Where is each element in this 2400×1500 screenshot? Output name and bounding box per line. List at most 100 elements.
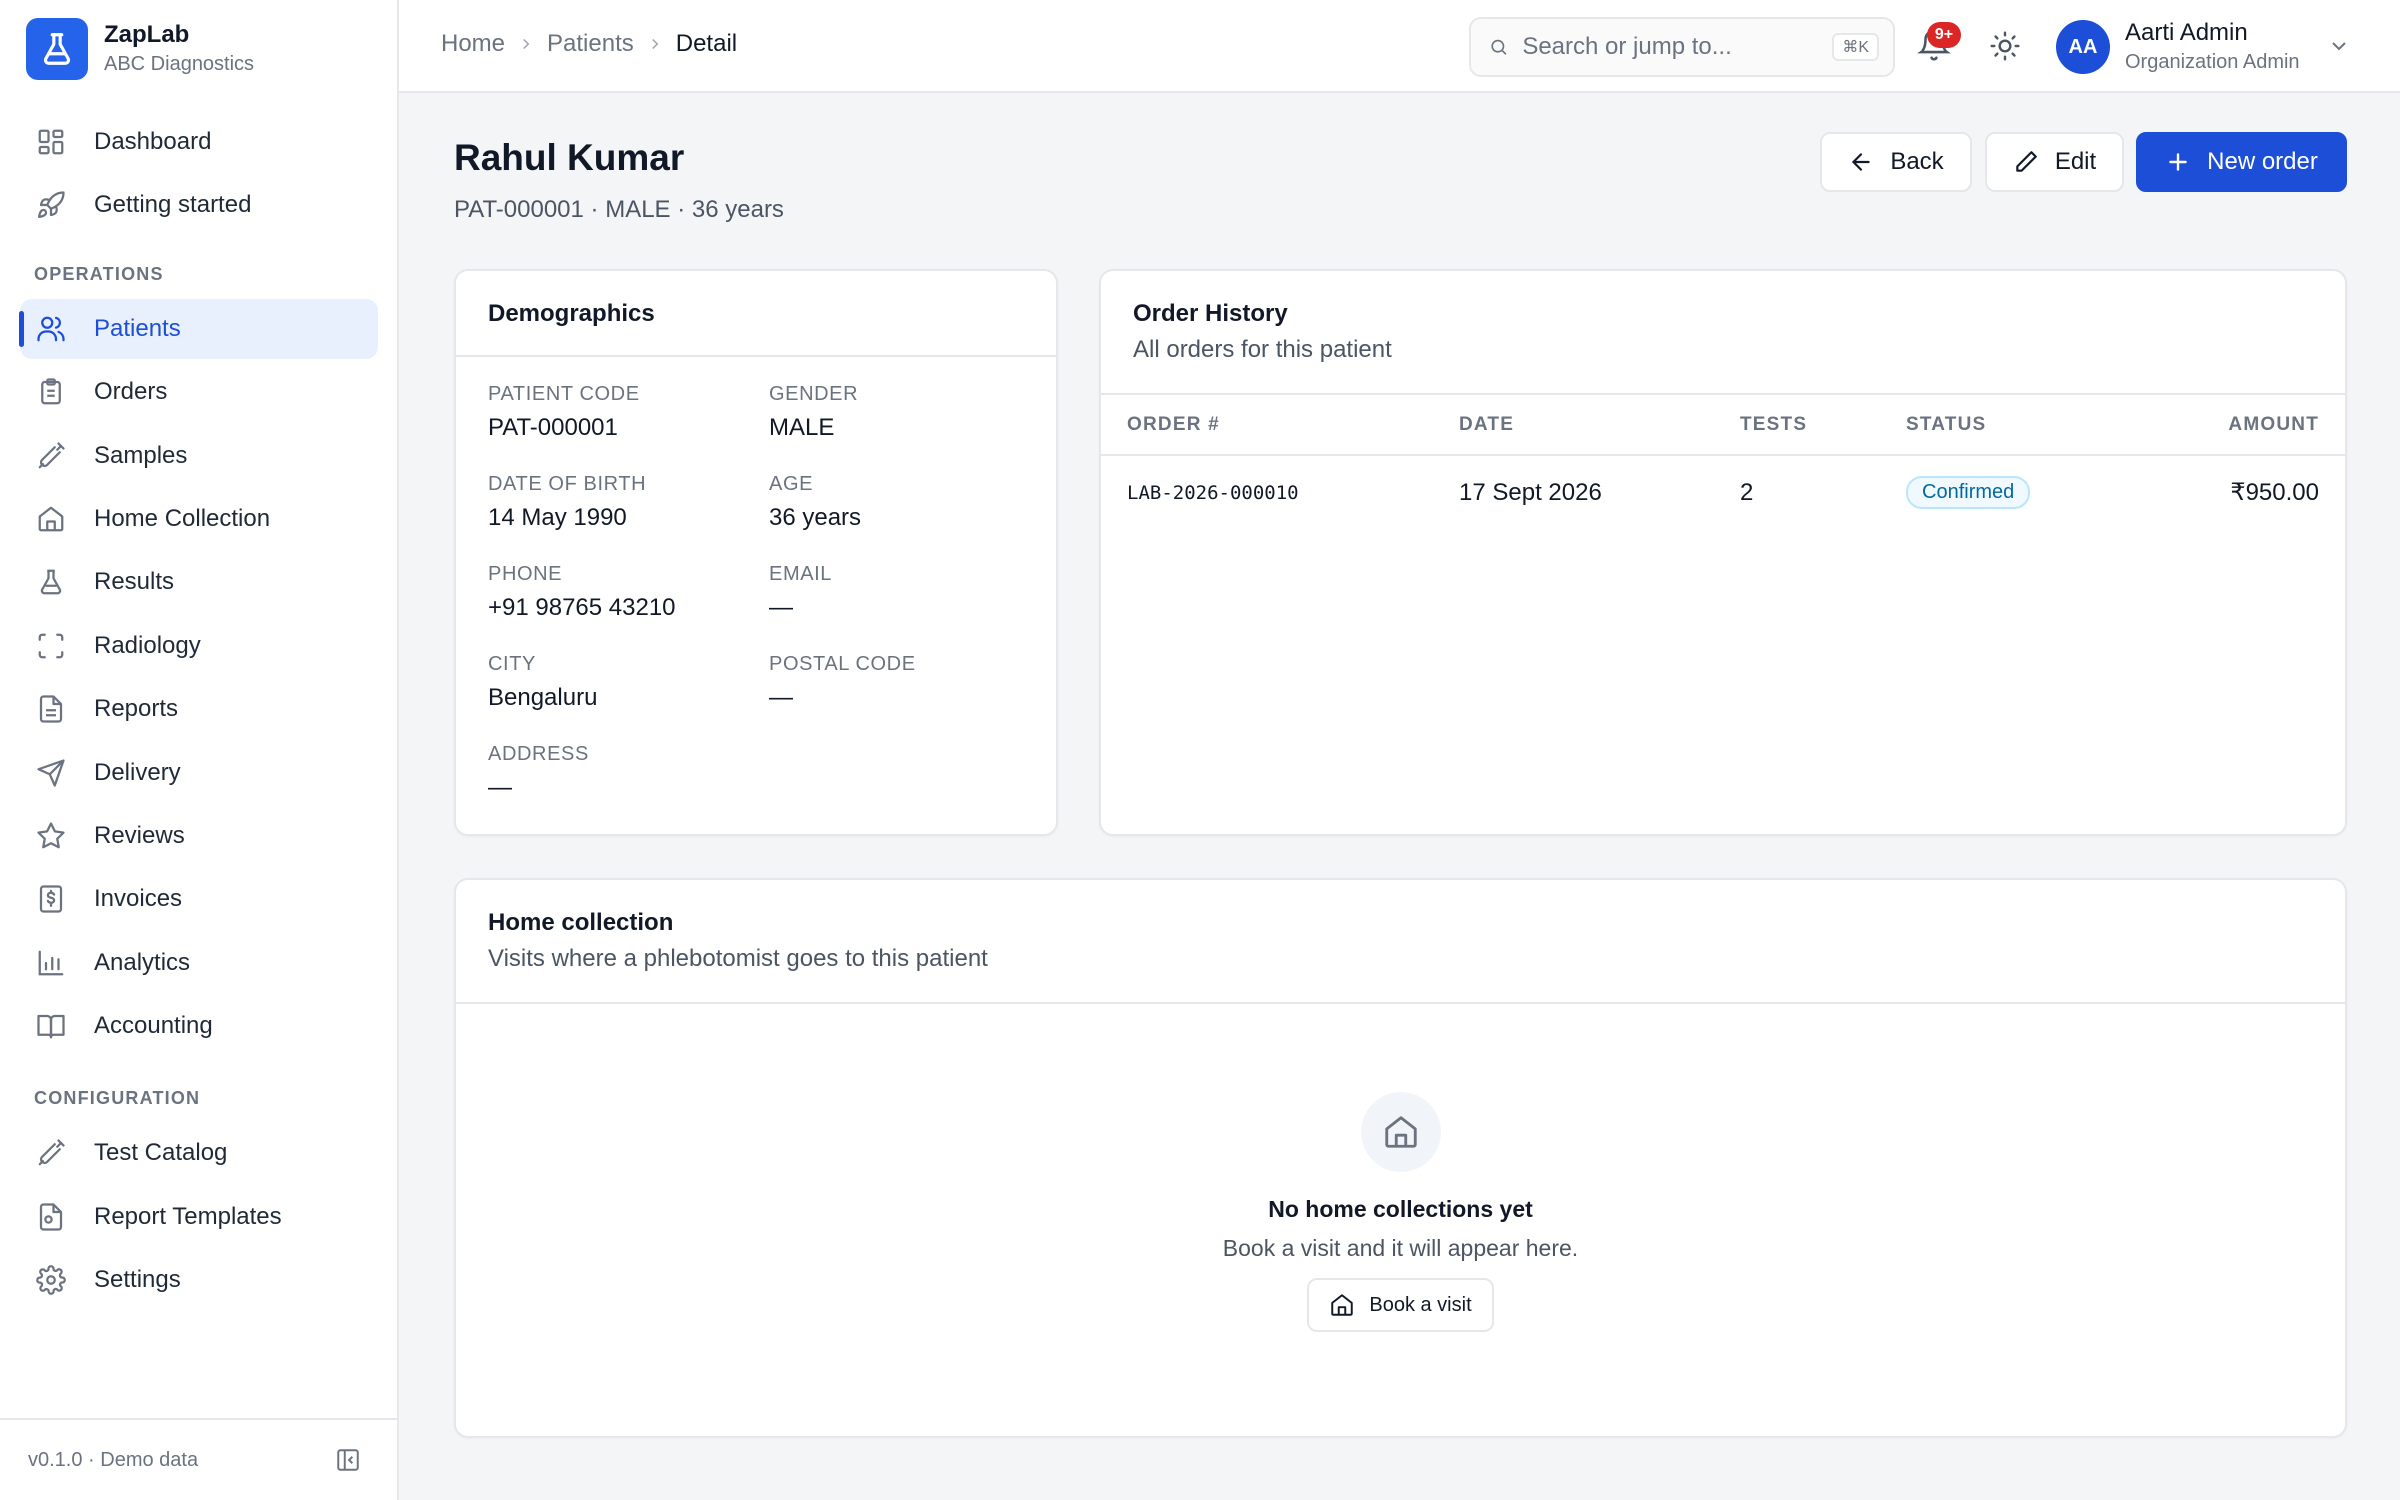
avatar[interactable]: AA (2056, 20, 2110, 74)
back-button-label: Back (1890, 148, 1944, 175)
bar-chart-icon (38, 950, 64, 976)
sidebar-item-orders[interactable]: Orders (20, 362, 378, 422)
order-number[interactable]: LAB-2026-000010 (1101, 455, 1433, 529)
chevron-right-icon (651, 38, 659, 50)
field-label: CITY (488, 653, 536, 675)
field-label: AGE (769, 473, 814, 495)
flask-logo-icon (26, 18, 88, 80)
order-history-description: All orders for this patient (1133, 336, 1392, 363)
home-collection-description: Visits where a phlebotomist goes to this… (488, 945, 988, 972)
version-text: v0.1.0 · Demo data (28, 1448, 199, 1471)
sidebar-item-label: Radiology (94, 631, 201, 659)
user-name: Aarti Admin (2125, 19, 2248, 46)
star-icon (37, 822, 65, 849)
file-text-icon (39, 695, 63, 723)
sidebar-item-home-collection[interactable]: Home Collection (20, 489, 378, 549)
sidebar-item-invoices[interactable]: Invoices (20, 869, 378, 929)
field-label: PATIENT CODE (488, 383, 640, 405)
sidebar-footer: v0.1.0 · Demo data (0, 1418, 397, 1500)
breadcrumb-patients[interactable]: Patients (547, 30, 634, 58)
sidebar-item-samples[interactable]: Samples (20, 426, 378, 486)
scan-icon (38, 633, 64, 659)
column-order[interactable]: ORDER # (1101, 395, 1433, 456)
chevron-down-icon[interactable] (2327, 34, 2351, 58)
field-age: AGE 36 years (769, 471, 861, 535)
field-label: EMAIL (769, 563, 833, 585)
gear-icon (36, 1265, 66, 1296)
sidebar-item-label: Test Catalog (94, 1139, 228, 1167)
clipboard-icon (41, 378, 61, 405)
user-menu[interactable]: Aarti Admin Organization Admin (2125, 18, 2300, 76)
sidebar-item-analytics[interactable]: Analytics (20, 933, 378, 993)
collapse-sidebar-icon[interactable] (335, 1447, 361, 1473)
field-value: 36 years (769, 504, 862, 531)
order-history-title: Order History (1133, 300, 1288, 327)
field-value: +91 98765 43210 (488, 594, 676, 621)
page-title: Rahul Kumar (454, 137, 685, 178)
flask-icon (40, 569, 62, 595)
send-icon (37, 758, 65, 787)
search-box[interactable]: ⌘K (1469, 17, 1895, 77)
field-label: ADDRESS (488, 743, 589, 765)
page-subtitle: PAT-000001 · MALE · 36 years (454, 196, 784, 223)
new-order-button[interactable]: New order (2136, 132, 2347, 192)
breadcrumb-home[interactable]: Home (441, 30, 505, 58)
sidebar-item-settings[interactable]: Settings (20, 1250, 378, 1310)
sidebar-item-test-catalog[interactable]: Test Catalog (20, 1123, 378, 1183)
table-row[interactable]: LAB-2026-000010 17 Sept 2026 2 Confirmed… (1101, 455, 2345, 529)
back-button[interactable]: Back (1820, 132, 1972, 192)
sidebar-item-label: Accounting (94, 1012, 213, 1040)
sidebar-item-reviews[interactable]: Reviews (20, 806, 378, 866)
sidebar-item-accounting[interactable]: Accounting (20, 996, 378, 1056)
sidebar-item-radiology[interactable]: Radiology (20, 616, 378, 676)
sidebar-item-results[interactable]: Results (20, 552, 378, 612)
column-date[interactable]: DATE (1433, 395, 1714, 456)
breadcrumb-current: Detail (675, 30, 738, 57)
sidebar-item-getting-started[interactable]: Getting started (20, 175, 378, 235)
edit-button[interactable]: Edit (1985, 132, 2124, 192)
edit-button-label: Edit (2054, 148, 2097, 175)
sidebar-item-label: Results (94, 568, 175, 596)
field-value: 14 May 1990 (488, 504, 627, 531)
sidebar-item-report-templates[interactable]: Report Templates (20, 1187, 378, 1247)
search-input[interactable] (1522, 33, 1833, 61)
home-collection-title: Home collection (488, 909, 674, 936)
home-icon (1360, 1092, 1441, 1172)
field-postal-code: POSTAL CODE — (769, 651, 916, 715)
sidebar-item-label: Settings (94, 1266, 181, 1294)
field-value: Bengaluru (488, 684, 598, 711)
field-label: POSTAL CODE (769, 653, 916, 675)
sidebar-item-label: Invoices (94, 885, 183, 913)
sidebar: ZapLab ABC Diagnostics Dashboard Getting… (0, 0, 399, 1500)
sidebar-item-label: Orders (94, 378, 168, 406)
book-visit-label: Book a visit (1369, 1293, 1472, 1316)
brand[interactable]: ZapLab ABC Diagnostics (26, 18, 254, 80)
sidebar-item-reports[interactable]: Reports (20, 679, 378, 739)
book-icon (37, 1014, 65, 1039)
column-tests[interactable]: TESTS (1714, 395, 1880, 456)
file-settings-icon (39, 1203, 63, 1231)
field-value: — (769, 684, 793, 711)
sidebar-item-dashboard[interactable]: Dashboard (20, 112, 378, 172)
book-visit-button[interactable]: Book a visit (1307, 1278, 1494, 1332)
field-value: MALE (769, 414, 835, 441)
sun-icon[interactable] (1989, 30, 2021, 62)
sidebar-item-delivery[interactable]: Delivery (20, 743, 378, 803)
brand-org: ABC Diagnostics (104, 53, 255, 75)
search-shortcut: ⌘K (1832, 33, 1879, 61)
sidebar-item-label: Patients (94, 314, 181, 342)
dashboard-icon (38, 129, 64, 155)
sidebar-item-label: Report Templates (94, 1202, 282, 1230)
arrow-left-icon (1852, 153, 1870, 171)
syringe-icon (38, 1139, 65, 1166)
demographics-card: Demographics PATIENT CODE PAT-000001 GEN… (454, 269, 1058, 836)
pencil-icon (2016, 151, 2037, 172)
home-collection-card: Home collection Visits where a phlebotom… (454, 878, 2347, 1438)
column-amount[interactable]: AMOUNT (2137, 395, 2345, 456)
column-status[interactable]: STATUS (1880, 395, 2138, 456)
field-value: — (769, 594, 793, 621)
field-value: PAT-000001 (488, 414, 618, 441)
empty-state-title: No home collections yet (1268, 1196, 1533, 1222)
sidebar-item-patients[interactable]: Patients (19, 298, 378, 359)
field-date-of-birth: DATE OF BIRTH 14 May 1990 (488, 471, 646, 535)
